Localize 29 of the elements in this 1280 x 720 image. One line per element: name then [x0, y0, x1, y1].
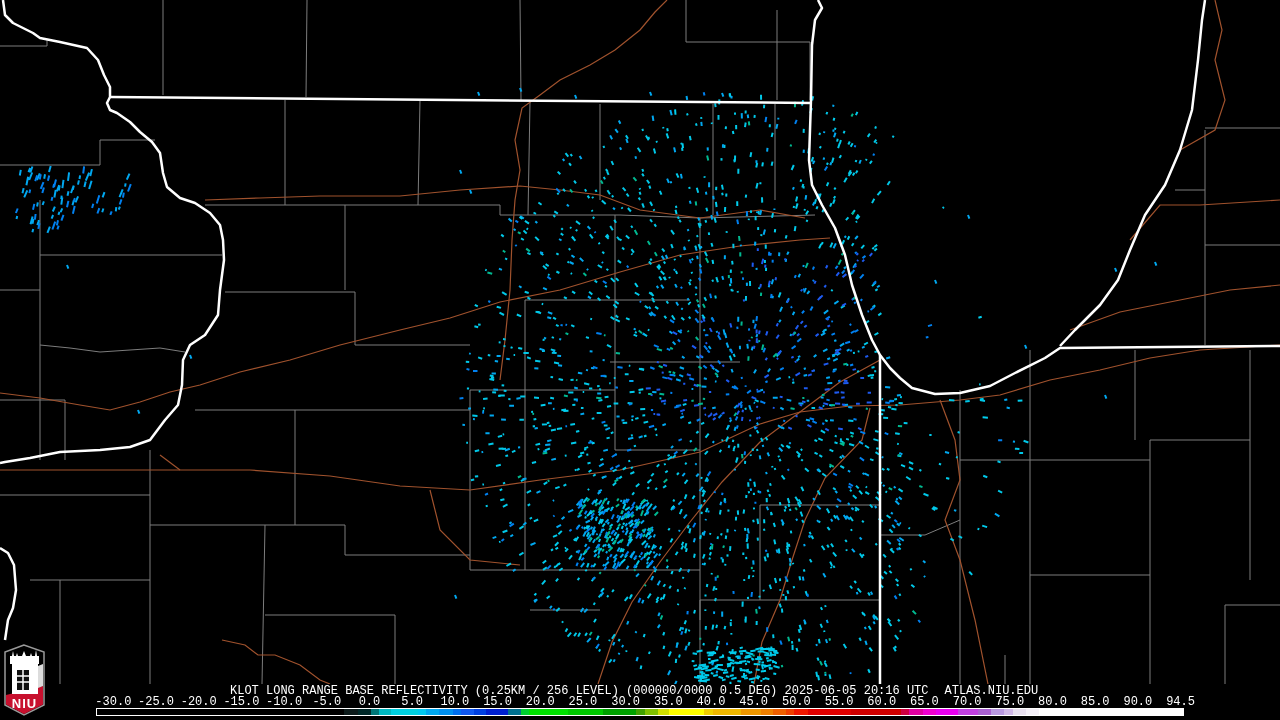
- scale-label: -25.0: [137, 697, 176, 708]
- scale-label: 55.0: [823, 697, 855, 708]
- scale-label: 0.0: [357, 697, 382, 708]
- scale-label: 25.0: [567, 697, 598, 708]
- scale-label: 90.0: [1122, 697, 1154, 708]
- scale-label: 45.0: [738, 697, 769, 708]
- scale-label: 50.0: [780, 697, 812, 708]
- scale-label: 65.0: [909, 697, 940, 708]
- scale-label: 94.5: [1165, 697, 1196, 708]
- scale-label: -10.0: [265, 697, 304, 708]
- scale-label: -5.0: [311, 697, 343, 708]
- scale-label: 70.0: [951, 697, 983, 708]
- scale-label: 35.0: [653, 697, 683, 708]
- shield-logo: NIU: [3, 644, 46, 716]
- scale-label: 60.0: [866, 697, 898, 708]
- scale-label: 40.0: [696, 697, 727, 708]
- product-title: KLOT LONG RANGE BASE REFLECTIVITY (0.25KM / 256 LEVEL) (000000/0000 0.5 DEG) 2025-06-05 20:16 UTC: [230, 685, 929, 697]
- scale-label: 30.0: [611, 697, 640, 708]
- scale-label: 20.0: [525, 697, 556, 708]
- scale-label: -15.0: [222, 697, 261, 708]
- scale-label: 15.0: [483, 697, 512, 708]
- scale-label: 85.0: [1079, 697, 1111, 708]
- scale-label: 75.0: [994, 697, 1026, 708]
- scale-label: -20.0: [179, 697, 218, 708]
- scale-label: 5.0: [400, 697, 424, 708]
- scale-label: -30.0: [94, 697, 133, 708]
- scale-label: 10.0: [439, 697, 471, 708]
- scale-label: 80.0: [1037, 697, 1068, 708]
- source-text: ATLAS.NIU.EDU: [944, 685, 1039, 697]
